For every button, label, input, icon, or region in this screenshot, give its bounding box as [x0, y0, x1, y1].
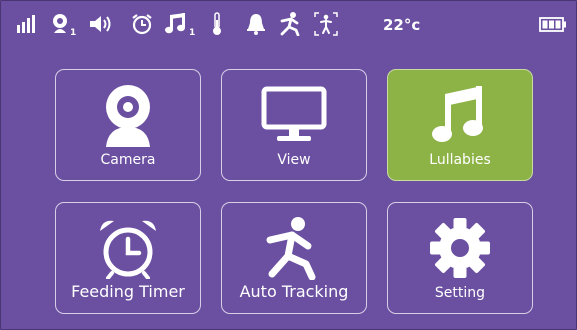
temperature-readout: 22°c	[383, 16, 421, 34]
view-label: View	[277, 152, 311, 168]
music-status-icon	[165, 13, 187, 34]
gear-icon	[388, 215, 532, 281]
camera-index: 1	[70, 28, 77, 38]
lullabies-label: Lullabies	[429, 152, 491, 168]
music-note-icon	[388, 82, 532, 148]
thermometer-icon	[211, 12, 223, 36]
monitor-icon	[222, 82, 366, 148]
feeding-timer-label: Feeding Timer	[71, 282, 185, 301]
running-person-icon	[279, 12, 301, 36]
camera-label: Camera	[100, 152, 156, 168]
feeding-timer-tile[interactable]: Feeding Timer	[55, 202, 201, 314]
lullabies-tile[interactable]: Lullabies	[387, 69, 533, 181]
running-person-icon	[222, 215, 366, 281]
volume-icon	[89, 14, 115, 34]
alarm-clock-icon	[56, 215, 200, 281]
signal-icon	[17, 15, 37, 33]
camera-status-icon	[51, 13, 69, 33]
music-index: 1	[189, 28, 196, 38]
setting-label: Setting	[434, 285, 486, 301]
auto-tracking-tile[interactable]: Auto Tracking	[221, 202, 367, 314]
status-bar: 1 1 22°c	[0, 0, 577, 46]
setting-tile[interactable]: Setting	[387, 202, 533, 314]
camera-tile[interactable]: Camera	[55, 69, 201, 181]
view-tile[interactable]: View	[221, 69, 367, 181]
bell-icon	[246, 13, 266, 35]
camera-icon	[56, 82, 200, 148]
battery-icon	[539, 17, 567, 32]
alarm-clock-icon	[131, 13, 153, 35]
tracking-person-icon	[314, 12, 338, 36]
auto-tracking-label: Auto Tracking	[239, 282, 349, 301]
